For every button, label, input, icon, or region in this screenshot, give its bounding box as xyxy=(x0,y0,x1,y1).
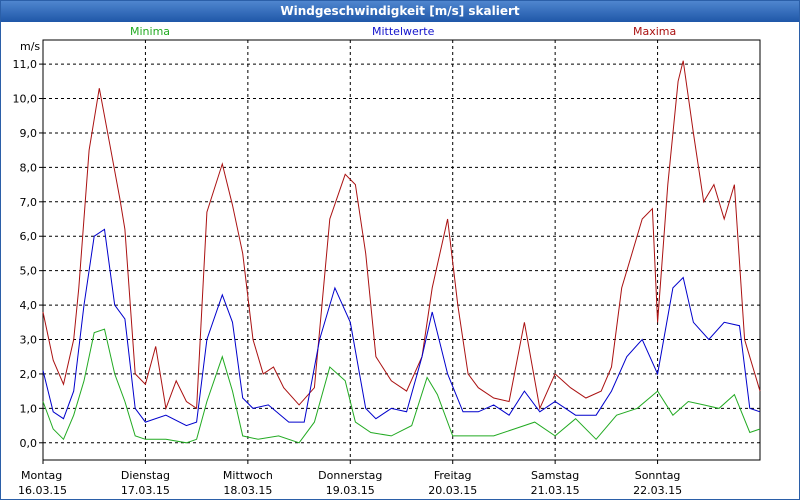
y-tick-label: 4,0 xyxy=(20,299,38,312)
x-tick-date: 20.03.15 xyxy=(428,484,477,497)
x-tick-date: 19.03.15 xyxy=(326,484,375,497)
plot-frame xyxy=(42,39,761,461)
y-tick-label: 0,0 xyxy=(20,437,38,450)
x-tick-day: Montag xyxy=(21,469,62,482)
x-tick-day: Freitag xyxy=(434,469,472,482)
x-tick-date: 17.03.15 xyxy=(121,484,170,497)
mittelwerte-line xyxy=(42,228,761,427)
x-tick-day: Sonntag xyxy=(635,469,681,482)
y-tick-label: 1,0 xyxy=(20,402,38,415)
x-tick-date: 21.03.15 xyxy=(531,484,580,497)
maxima-line xyxy=(42,60,761,411)
y-tick-label: 7,0 xyxy=(20,196,38,209)
y-tick-label: 5,0 xyxy=(20,265,38,278)
y-tick-label: 9,0 xyxy=(20,127,38,140)
y-tick-label: 3,0 xyxy=(20,334,38,347)
x-tick-day: Donnerstag xyxy=(318,469,382,482)
y-tick-label: 10,0 xyxy=(13,93,38,106)
x-tick-date: 16.03.15 xyxy=(18,484,67,497)
wind-chart: m/s 0,0 1,0 2,0 3,0 4,0 5,0 6,0 7,0 8,0 9,0 10,0 11,… xyxy=(13,39,761,497)
x-tick-day: Dienstag xyxy=(121,469,170,482)
x-tick-day: Mittwoch xyxy=(223,469,273,482)
x-tick-date: 18.03.15 xyxy=(223,484,272,497)
x-tick-date: 22.03.15 xyxy=(633,484,682,497)
y-axis-label: m/s xyxy=(20,40,40,53)
y-tick-label: 6,0 xyxy=(20,230,38,243)
minima-line xyxy=(42,328,761,444)
y-tick-label: 2,0 xyxy=(20,368,38,381)
x-tick-day: Samstag xyxy=(531,469,579,482)
y-tick-label: 11,0 xyxy=(13,58,38,71)
y-tick-label: 8,0 xyxy=(20,161,38,174)
